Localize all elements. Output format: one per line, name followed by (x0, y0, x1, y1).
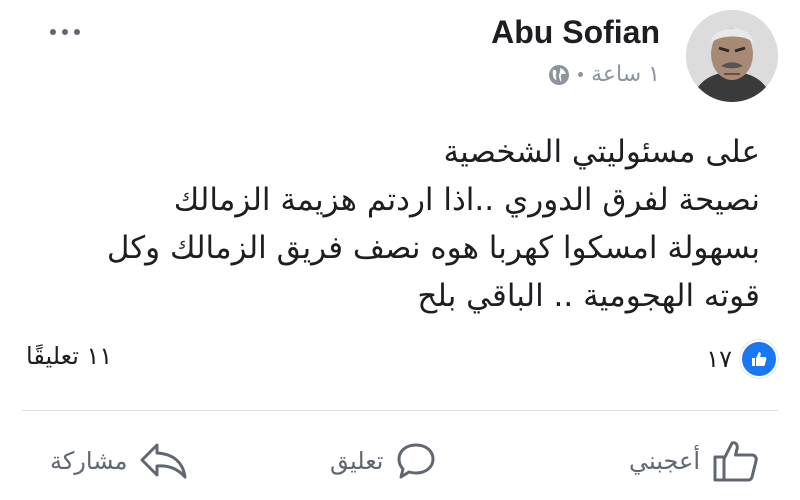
post-text-line: على مسئوليتي الشخصية (443, 134, 760, 170)
post-text-line: قوته الهجومية .. الباقي بلح (417, 278, 760, 314)
avatar-portrait (686, 10, 778, 102)
facebook-post: Abu Sofian ١ ساعة على مسئوليتي الشخصية ن… (0, 0, 800, 500)
share-button[interactable]: مشاركة (50, 436, 189, 486)
share-arrow-icon (140, 443, 187, 479)
comment-button[interactable]: تعليق (330, 436, 437, 486)
divider (22, 410, 778, 411)
comment-button-label: تعليق (330, 447, 384, 475)
more-dot (74, 29, 80, 35)
avatar[interactable] (686, 10, 778, 102)
like-icon (740, 340, 778, 378)
more-dot (62, 29, 68, 35)
post-text-line: بسهولة امسكوا كهربا هوه نصف فريق الزمالك… (106, 230, 760, 266)
meta-separator (578, 72, 584, 77)
post-text: على مسئوليتي الشخصية نصيحة لفرق الدوري .… (40, 128, 760, 320)
thumbs-up-icon (713, 441, 758, 482)
more-options-button[interactable] (40, 18, 90, 46)
like-button[interactable]: أعجبني (629, 436, 760, 486)
globe-icon[interactable] (548, 64, 570, 86)
speech-bubble-icon (397, 443, 435, 479)
comments-count-link[interactable]: ١١ تعليقًا (26, 342, 112, 370)
like-button-label: أعجبني (629, 447, 700, 475)
author-name[interactable]: Abu Sofian (491, 14, 660, 51)
post-timestamp[interactable]: ١ ساعة (591, 62, 660, 87)
reaction-count: ١٧ (706, 345, 732, 373)
post-text-line: نصيحة لفرق الدوري ..اذا اردتم هزيمة الزم… (173, 182, 760, 218)
share-button-label: مشاركة (50, 447, 128, 475)
more-dot (50, 29, 56, 35)
reactions-summary[interactable]: ١٧ (706, 340, 778, 378)
post-meta: ١ ساعة (548, 62, 660, 87)
